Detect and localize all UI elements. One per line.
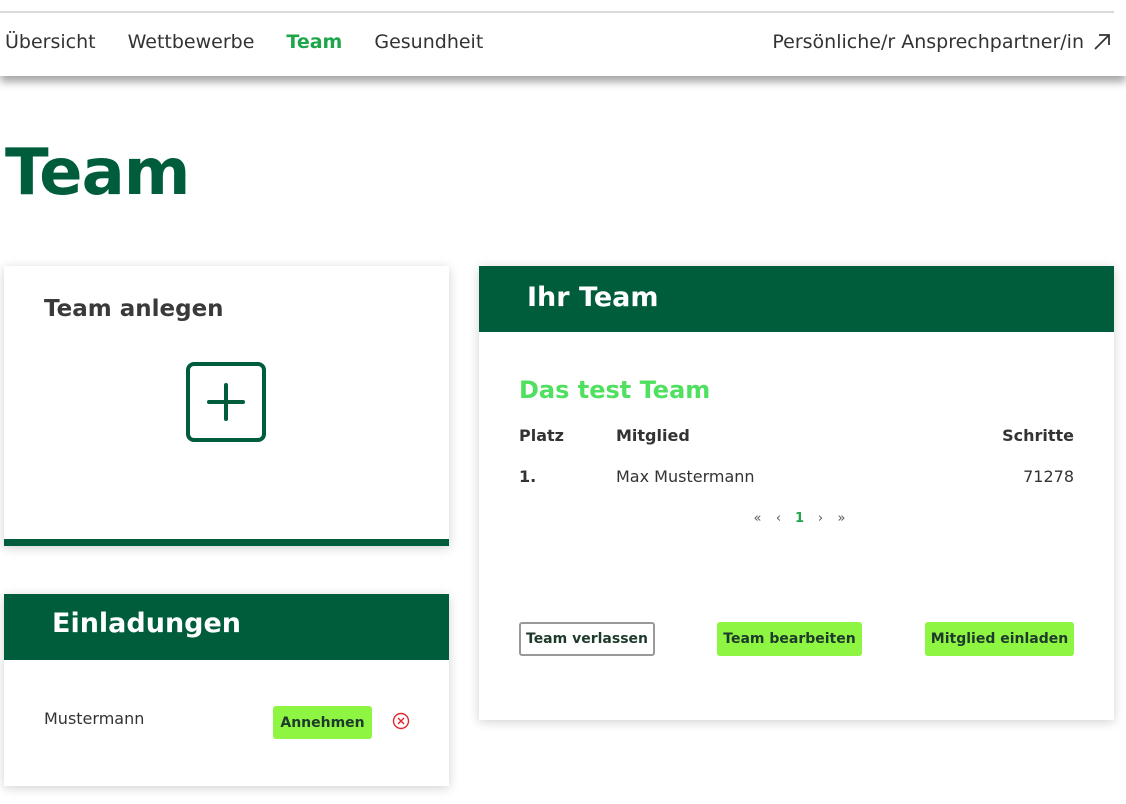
create-team-title: Team anlegen [44,296,224,322]
contact-person-link[interactable]: Persönliche/r Ansprechpartner/in [772,31,1112,53]
invitation-name: Mustermann [44,709,145,728]
create-team-button[interactable] [186,362,266,442]
close-circle-icon[interactable] [392,712,410,730]
pagination-last[interactable]: » [831,511,852,526]
main-nav: Übersicht Wettbewerbe Team Gesundheit [5,31,483,53]
your-team-title: Ihr Team [527,282,659,313]
arrow-up-right-icon [1094,34,1110,50]
your-team-header: Ihr Team [479,266,1114,332]
team-ranking-table: Platz Mitglied Schritte 1. Max Musterman… [519,426,1074,491]
nav-item-health[interactable]: Gesundheit [374,31,483,53]
nav-item-competitions[interactable]: Wettbewerbe [128,31,255,53]
cell-rank: 1. [519,467,537,486]
accept-invitation-button[interactable]: Annehmen [273,706,372,739]
cell-steps: 71278 [1023,467,1074,486]
edit-team-button[interactable]: Team bearbeiten [717,622,862,656]
page-title: Team [5,136,190,210]
invitations-header: Einladungen [4,594,449,660]
pagination-next[interactable]: › [810,511,831,526]
top-navigation: Übersicht Wettbewerbe Team Gesundheit Pe… [0,0,1126,76]
contact-person-label: Persönliche/r Ansprechpartner/in [772,31,1084,53]
create-team-card: Team anlegen [4,266,449,546]
team-name: Das test Team [519,376,711,404]
invite-member-button[interactable]: Mitglied einladen [925,622,1074,656]
nav-item-team[interactable]: Team [286,31,342,53]
table-header-row: Platz Mitglied Schritte [519,426,1074,450]
invitations-card: Einladungen Mustermann Annehmen [4,594,449,786]
cell-member: Max Mustermann [616,467,755,486]
table-row: 1. Max Mustermann 71278 [519,467,1074,491]
pagination-prev[interactable]: ‹ [768,511,789,526]
pagination: « ‹ 1 › » [747,511,852,526]
invitations-title: Einladungen [52,608,242,639]
nav-item-overview[interactable]: Übersicht [5,31,96,53]
column-header-rank: Platz [519,426,564,445]
leave-team-button[interactable]: Team verlassen [519,622,655,656]
plus-icon [207,383,245,421]
card-accent-bar [4,539,449,546]
pagination-current-page[interactable]: 1 [789,511,810,526]
column-header-member: Mitglied [616,426,690,445]
your-team-card: Ihr Team Das test Team Platz Mitglied Sc… [479,266,1114,720]
column-header-steps: Schritte [1002,426,1074,445]
top-divider [0,11,1114,13]
pagination-first[interactable]: « [747,511,768,526]
